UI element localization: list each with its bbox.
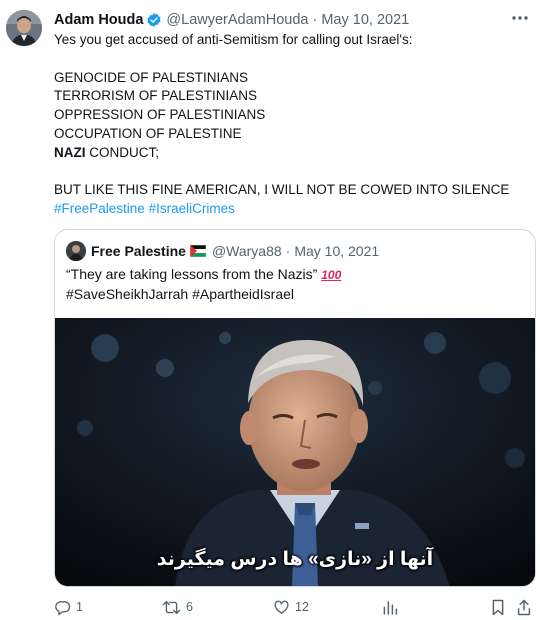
reply-button[interactable]: 1	[54, 596, 83, 618]
separator-dot: ·	[285, 243, 291, 259]
text-line: NAZI CONDUCT;	[54, 144, 529, 163]
author-avatar[interactable]	[6, 10, 42, 46]
quote-author-handle[interactable]: @Warya88	[212, 243, 282, 259]
quote-author-avatar[interactable]	[66, 241, 86, 261]
bookmark-icon	[490, 599, 506, 616]
video-subtitle: آنها از «نازی» ها درس میگیرند	[156, 549, 434, 570]
quote-header: Free Palestine @Warya88 · May 10, 2021	[91, 241, 379, 261]
text-line: “They are taking lessons from the Nazis”…	[66, 265, 526, 285]
retweet-button[interactable]: 6	[162, 596, 193, 618]
video-thumbnail[interactable]: آنها از «نازی» ها درس میگیرند	[55, 318, 535, 586]
tweet-header: Adam Houda @LawyerAdamHouda · May 10, 20…	[54, 10, 409, 30]
views-button[interactable]	[382, 596, 398, 618]
hashtag-link[interactable]: #ApartheidIsrael	[192, 286, 294, 302]
share-button[interactable]	[516, 596, 532, 618]
verified-badge-icon	[146, 12, 162, 28]
text-line: GENOCIDE OF PALESTINIANS	[54, 69, 249, 85]
text-fragment: CONDUCT;	[85, 144, 159, 160]
hashtag-link[interactable]: #FreePalestine	[54, 201, 145, 216]
author-handle[interactable]: @LawyerAdamHouda	[166, 12, 308, 28]
tweet-date[interactable]: May 10, 2021	[321, 12, 409, 28]
hashtag-line: #SaveSheikhJarrah #ApartheidIsrael	[66, 285, 526, 304]
quote-author-name[interactable]: Free Palestine	[91, 243, 186, 259]
hundred-points-icon: 100	[321, 268, 342, 282]
views-icon	[382, 599, 398, 616]
hashtag-link[interactable]: #SaveSheikhJarrah	[66, 286, 188, 302]
hashtag-line: #FreePalestine #IsraeliCrimes	[54, 200, 529, 219]
text-line: Yes you get accused of anti-Semitism for…	[54, 32, 413, 47]
bookmark-button[interactable]	[490, 596, 506, 618]
quote-date[interactable]: May 10, 2021	[294, 243, 379, 259]
tweet[interactable]: Adam Houda @LawyerAdamHouda · May 10, 20…	[0, 0, 540, 620]
like-button[interactable]: 12	[273, 596, 309, 618]
palestine-flag-icon	[189, 245, 206, 257]
text-line: BUT LIKE THIS FINE AMERICAN, I WILL NOT …	[54, 182, 510, 198]
author-name[interactable]: Adam Houda	[54, 12, 143, 28]
text-line: OPPRESSION OF PALESTINIANS	[54, 107, 266, 123]
hashtag-link[interactable]: #IsraeliCrimes	[149, 201, 235, 216]
like-icon	[273, 599, 290, 616]
separator-dot: ·	[312, 12, 318, 28]
quoted-tweet[interactable]: Free Palestine @Warya88 · May 10, 2021 “…	[54, 229, 536, 587]
retweet-icon	[162, 599, 181, 616]
like-count: 12	[295, 600, 309, 614]
reply-count: 1	[76, 600, 83, 614]
quote-sentence: “They are taking lessons from the Nazis”	[66, 266, 318, 282]
quote-text: “They are taking lessons from the Nazis”…	[66, 265, 526, 304]
reply-icon	[54, 599, 71, 616]
text-line: OCCUPATION OF PALESTINE	[54, 125, 242, 141]
text-line: TERRORISM OF PALESTINIANS	[54, 88, 258, 104]
more-icon[interactable]	[508, 8, 532, 28]
bold-word: NAZI	[54, 144, 86, 160]
action-bar: 1 6 12	[0, 596, 540, 618]
share-icon	[516, 599, 532, 616]
retweet-count: 6	[186, 600, 193, 614]
tweet-text: Yes you get accused of anti-Semitism for…	[54, 31, 529, 219]
